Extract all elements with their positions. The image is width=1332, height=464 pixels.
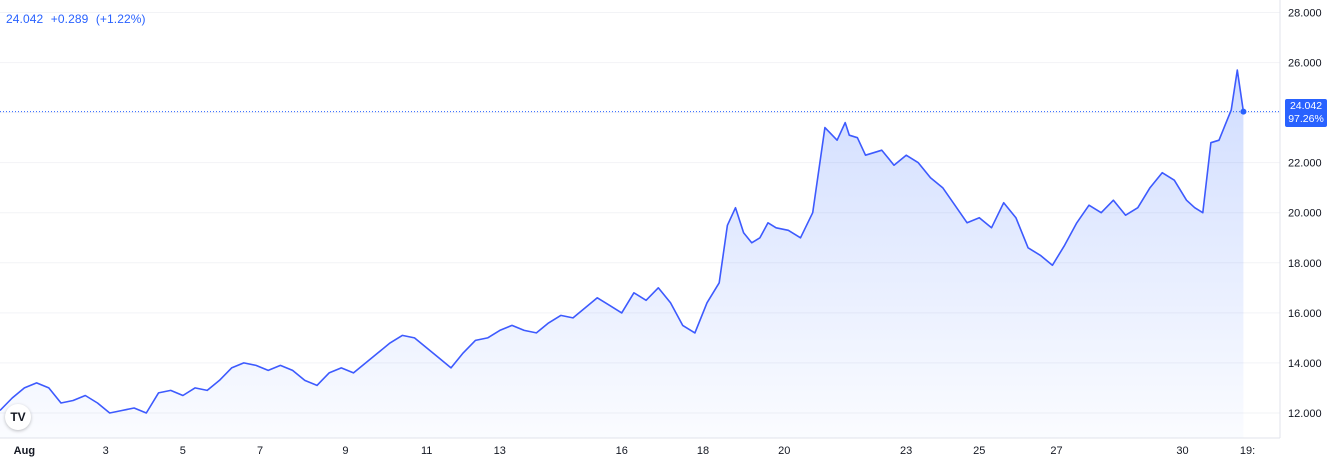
y-tick-label: 18.000 [1288, 258, 1322, 270]
x-tick-label: 16 [616, 445, 628, 457]
x-tick-label: 7 [257, 445, 263, 457]
x-tick-label: 23 [900, 445, 912, 457]
legend-change-pct: (+1.22%) [95, 12, 146, 26]
x-axis[interactable]: Aug 3 5 7 9 11 13 16 18 20 23 25 27 30 19: [14, 445, 1255, 457]
legend-change: +0.289 [50, 12, 89, 26]
x-tick-label: 11 [421, 445, 432, 457]
badge-price: 24.042 [1289, 100, 1323, 112]
price-chart[interactable]: 12.000 14.000 16.000 18.000 20.000 22.000 24.0… [0, 0, 1332, 464]
x-tick-label: 3 [103, 445, 109, 457]
y-tick-label: 26.000 [1288, 58, 1322, 70]
x-tick-label: 30 [1176, 445, 1188, 457]
x-tick-label: 25 [973, 445, 985, 457]
x-tick-label: 20 [778, 445, 790, 457]
last-price-dot [1240, 108, 1247, 115]
y-tick-label: 20.000 [1288, 208, 1322, 220]
y-tick-label: 28.000 [1288, 8, 1322, 20]
x-tick-label: Aug [14, 445, 35, 457]
y-tick-label: 12.000 [1288, 408, 1322, 420]
y-axis[interactable]: 12.000 14.000 16.000 18.000 20.000 22.000 24.0… [1288, 8, 1322, 420]
x-tick-label: 13 [494, 445, 506, 457]
x-tick-label: 19: [1240, 445, 1255, 457]
x-tick-label: 9 [342, 445, 348, 457]
x-tick-label: 27 [1050, 445, 1062, 457]
last-price-badge: 24.042 97.26% [1285, 99, 1327, 127]
area-fill [0, 70, 1244, 438]
x-tick-label: 5 [180, 445, 186, 457]
y-tick-label: 22.000 [1288, 158, 1322, 170]
y-tick-label: 16.000 [1288, 308, 1322, 320]
y-tick-label: 14.000 [1288, 358, 1322, 370]
tradingview-logo-icon[interactable]: TV [5, 404, 31, 430]
x-tick-label: 18 [697, 445, 709, 457]
badge-percent: 97.26% [1288, 113, 1324, 125]
legend: 24.042 +0.289 (+1.22%) [6, 12, 150, 26]
legend-last-value: 24.042 [6, 12, 44, 26]
